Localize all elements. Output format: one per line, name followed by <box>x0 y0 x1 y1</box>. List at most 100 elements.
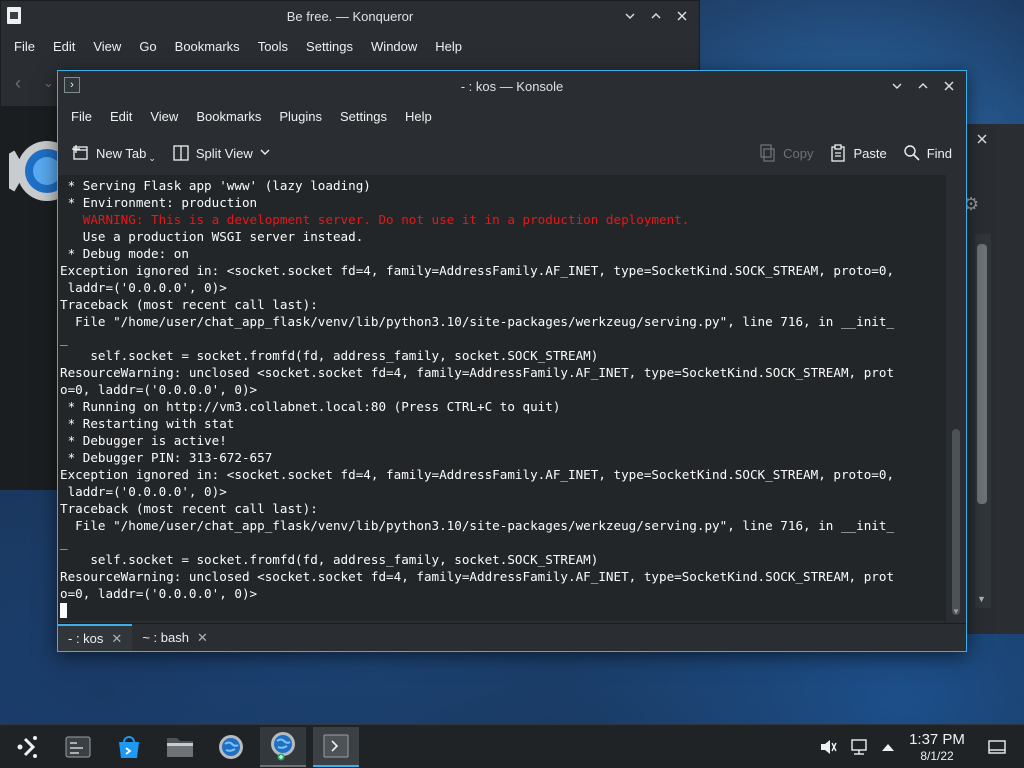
menu-bookmarks[interactable]: Bookmarks <box>187 109 270 124</box>
scroll-down-arrow-icon[interactable]: ▼ <box>952 607 960 616</box>
menu-file[interactable]: File <box>5 39 44 54</box>
terminal-line: ResourceWarning: unclosed <socket.socket… <box>60 569 895 584</box>
konsole-title: - : kos — Konsole <box>460 78 564 94</box>
tab-bash[interactable]: ~ : bash ✕ <box>132 624 218 651</box>
menu-settings[interactable]: Settings <box>331 109 396 124</box>
close-icon[interactable]: ✕ <box>197 630 208 646</box>
copy-label: Copy <box>783 145 814 161</box>
system-tray-expand-icon[interactable] <box>878 737 898 757</box>
task-switcher-icon[interactable] <box>55 727 101 767</box>
minimize-icon[interactable] <box>619 5 641 27</box>
terminal-line: * Debug mode: on <box>60 246 189 261</box>
menu-bookmarks[interactable]: Bookmarks <box>166 39 249 54</box>
new-tab-button[interactable]: New Tab ⌄ <box>58 138 164 168</box>
terminal-line: * Serving Flask app 'www' (lazy loading) <box>60 178 371 193</box>
terminal-scrollbar[interactable]: ▼ <box>946 175 966 621</box>
paste-icon <box>831 144 846 162</box>
scrollbar-thumb[interactable] <box>952 429 960 615</box>
terminal-line: ResourceWarning: unclosed <socket.socket… <box>60 365 895 380</box>
dropdown-arrow-icon[interactable]: ⌄ <box>148 153 156 164</box>
konqueror-title: Be free. — Konqueror <box>286 8 414 24</box>
menu-file[interactable]: File <box>62 109 101 124</box>
copy-icon <box>760 144 775 162</box>
scrollbar-thumb[interactable] <box>977 244 987 504</box>
konqueror-app-icon[interactable] <box>7 7 21 24</box>
terminal-line: Traceback (most recent call last): <box>60 297 318 312</box>
terminal-line: o=0, laddr=('0.0.0.0', 0)> <box>60 586 258 601</box>
minimize-icon[interactable] <box>886 75 908 97</box>
menu-view[interactable]: View <box>84 39 130 54</box>
terminal-prompt-line <box>60 602 946 619</box>
chevron-down-icon[interactable] <box>259 146 271 161</box>
konsole-terminal-icon[interactable] <box>313 727 359 767</box>
terminal-line: _ <box>60 535 68 550</box>
terminal-line: Use a production WSGI server instead. <box>60 229 364 244</box>
terminal-line: File "/home/user/chat_app_flask/venv/lib… <box>60 314 895 329</box>
terminal-line: * Debugger PIN: 313-672-657 <box>60 450 273 465</box>
konsole-titlebar[interactable]: › - : kos — Konsole <box>58 71 966 101</box>
terminal-line: self.socket = socket.fromfd(fd, address_… <box>60 552 599 567</box>
tab-label: - : kos <box>68 631 104 646</box>
maximize-icon[interactable] <box>912 75 934 97</box>
terminal-line: self.socket = socket.fromfd(fd, address_… <box>60 348 599 363</box>
terminal-line: Exception ignored in: <socket.socket fd=… <box>60 263 895 278</box>
taskbar: 1:37 PM 8/1/22 <box>0 724 1024 768</box>
terminal-line: * Restarting with stat <box>60 416 235 431</box>
konqueror-titlebar[interactable]: Be free. — Konqueror <box>1 1 699 31</box>
menu-help[interactable]: Help <box>396 109 441 124</box>
discover-store-icon[interactable] <box>106 727 152 767</box>
menu-plugins[interactable]: Plugins <box>270 109 331 124</box>
menu-view[interactable]: View <box>141 109 187 124</box>
digital-clock[interactable]: 1:37 PM 8/1/22 <box>904 731 970 764</box>
tab-label: ~ : bash <box>142 630 189 645</box>
menu-go[interactable]: Go <box>130 39 165 54</box>
terminal-line: File "/home/user/chat_app_flask/venv/lib… <box>60 518 895 533</box>
konsole-app-icon[interactable]: › <box>64 77 80 93</box>
search-icon <box>904 145 920 161</box>
dolphin-folder-icon[interactable] <box>157 727 203 767</box>
clock-time: 1:37 PM <box>909 731 965 748</box>
terminal-line: WARNING: This is a development server. D… <box>60 212 690 227</box>
new-tab-icon <box>72 145 88 160</box>
find-label: Find <box>926 145 952 161</box>
network-wired-icon[interactable] <box>849 737 869 757</box>
copy-button[interactable]: Copy <box>751 138 821 168</box>
terminal-line: Exception ignored in: <socket.socket fd=… <box>60 467 895 482</box>
menu-window[interactable]: Window <box>362 39 426 54</box>
menu-help[interactable]: Help <box>426 39 471 54</box>
menu-edit[interactable]: Edit <box>44 39 84 54</box>
tab-kos[interactable]: - : kos ✕ <box>58 624 133 651</box>
volume-muted-icon[interactable] <box>818 737 838 757</box>
scroll-down-arrow-icon[interactable]: ▼ <box>977 594 986 604</box>
back-arrow-icon[interactable]: ‹ <box>15 73 21 94</box>
terminal-line: _ <box>60 331 68 346</box>
konqueror-globe-icon[interactable] <box>260 727 306 767</box>
split-view-label: Split View <box>195 145 253 161</box>
paste-label: Paste <box>853 145 887 161</box>
split-view-button[interactable]: Split View <box>164 138 279 168</box>
maximize-icon[interactable] <box>645 5 667 27</box>
menu-settings[interactable]: Settings <box>297 39 362 54</box>
terminal-line: laddr=('0.0.0.0', 0)> <box>60 484 227 499</box>
close-icon[interactable]: ✕ <box>111 631 122 647</box>
konsole-toolbar: New Tab ⌄ Split View Copy Paste Find <box>58 133 966 173</box>
terminal-output[interactable]: * Serving Flask app 'www' (lazy loading)… <box>58 175 946 621</box>
close-icon[interactable] <box>938 75 960 97</box>
paste-button[interactable]: Paste <box>821 138 894 168</box>
close-icon[interactable] <box>971 128 993 150</box>
konqueror-globe-icon[interactable] <box>208 727 254 767</box>
terminal-cursor <box>60 603 67 618</box>
terminal-line: * Debugger is active! <box>60 433 227 448</box>
show-desktop-icon[interactable] <box>987 737 1007 757</box>
background-window-right[interactable]: ⚙ ▼ <box>963 124 1024 634</box>
konsole-window[interactable]: › - : kos — Konsole File Edit View Bookm… <box>57 70 967 652</box>
terminal-line: Traceback (most recent call last): <box>60 501 318 516</box>
menu-edit[interactable]: Edit <box>101 109 141 124</box>
split-view-icon <box>173 145 189 161</box>
chevron-down-icon[interactable]: ⌄ <box>43 75 54 91</box>
menu-tools[interactable]: Tools <box>249 39 297 54</box>
terminal-line: o=0, laddr=('0.0.0.0', 0)> <box>60 382 258 397</box>
find-button[interactable]: Find <box>895 138 966 168</box>
close-icon[interactable] <box>671 5 693 27</box>
app-launcher-icon[interactable] <box>4 727 50 767</box>
